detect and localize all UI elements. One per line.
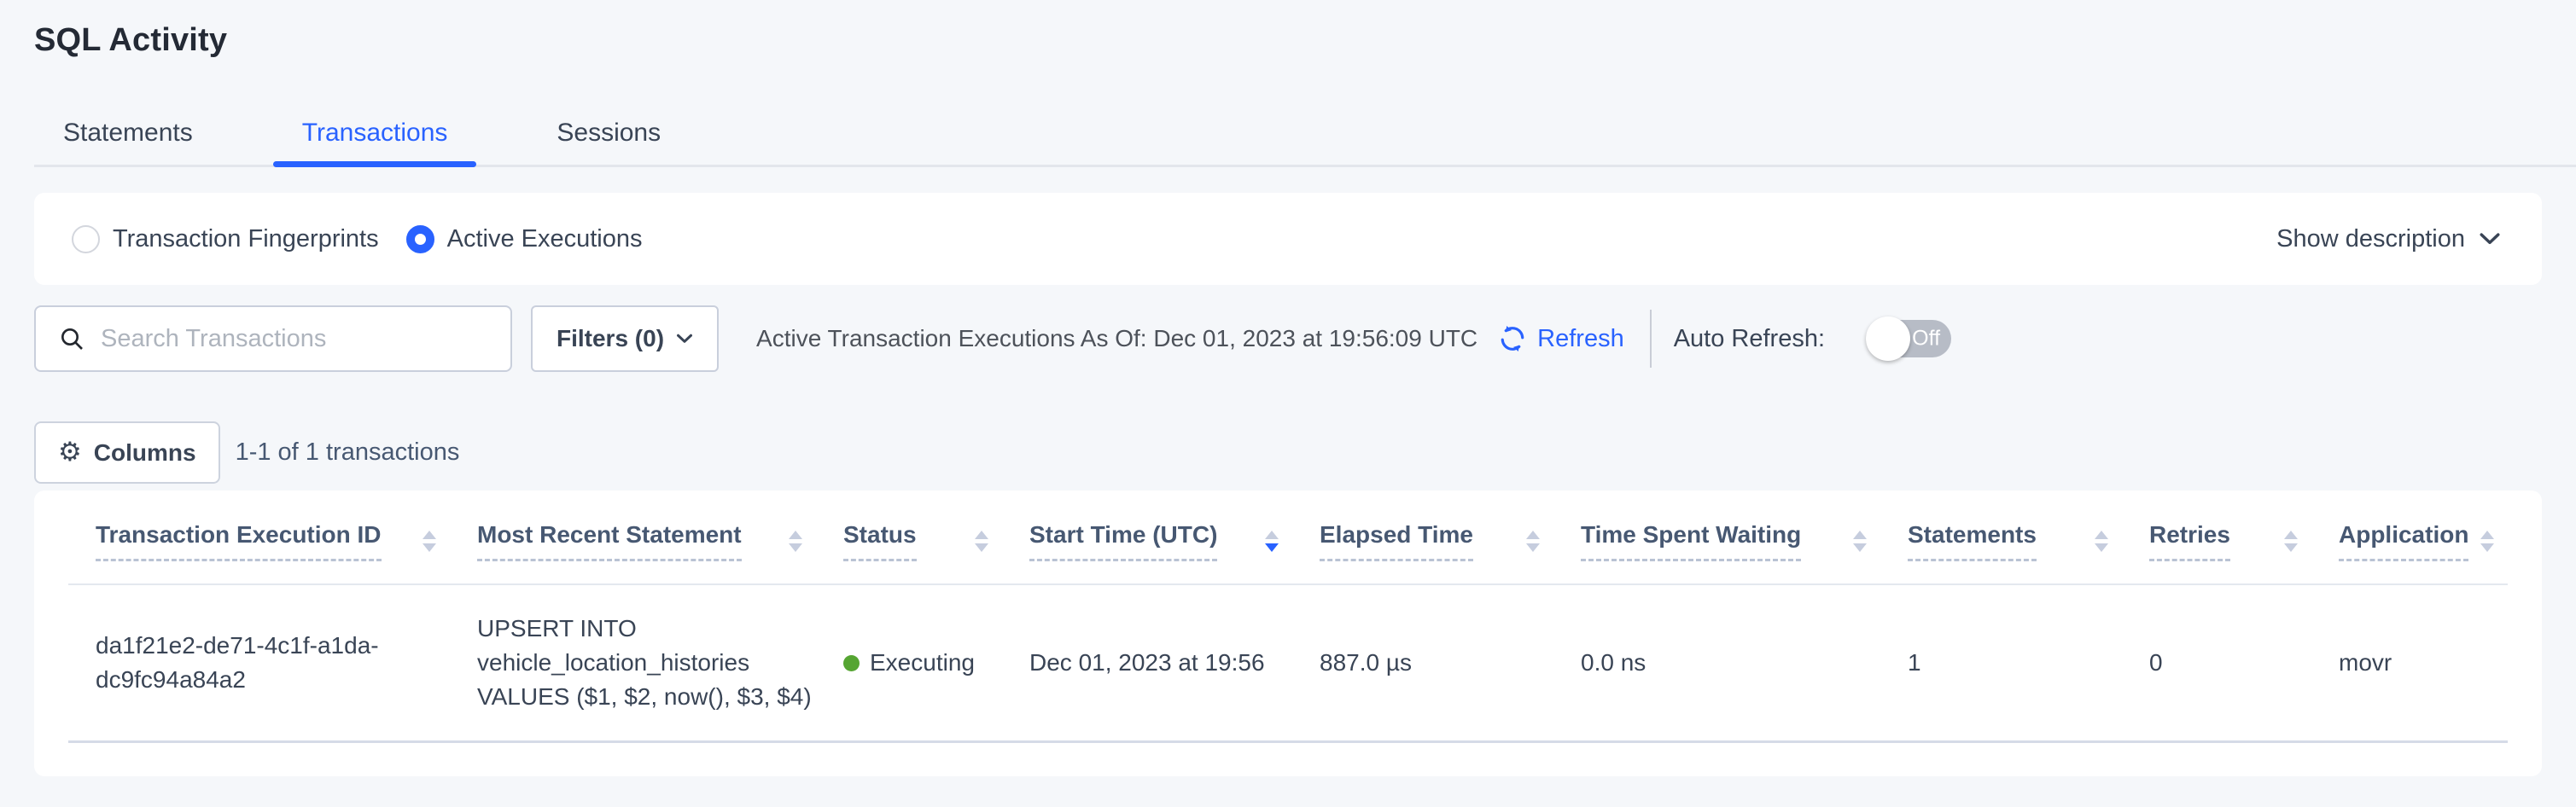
toggle-state-label: Off xyxy=(1912,327,1940,351)
transactions-table-card: Transaction Execution ID Most Recent Sta… xyxy=(34,491,2542,776)
status-label: Executing xyxy=(870,646,975,680)
tab-bar: Statements Transactions Sessions xyxy=(34,119,2576,167)
search-icon xyxy=(58,325,85,352)
columns-button[interactable]: ⚙ Columns xyxy=(34,421,220,484)
sort-arrows-icon xyxy=(2284,531,2298,552)
chevron-down-icon xyxy=(2479,232,2501,246)
column-header-label: Start Time (UTC) xyxy=(1029,521,1217,561)
controls-row: Filters (0) Active Transaction Execution… xyxy=(34,305,2542,372)
page-title: SQL Activity xyxy=(34,22,2576,59)
auto-refresh-label: Auto Refresh: xyxy=(1674,325,1825,353)
column-header-label: Application xyxy=(2339,521,2468,561)
filters-button-label: Filters (0) xyxy=(557,325,664,352)
search-box[interactable] xyxy=(34,305,512,372)
cell-transaction-execution-id: da1f21e2-de71-4c1f-a1da-dc9fc94a84a2 xyxy=(68,629,410,697)
radio-active-executions[interactable]: Active Executions xyxy=(406,225,643,253)
radio-circle-icon[interactable] xyxy=(406,225,434,253)
tab-statements[interactable]: Statements xyxy=(34,119,222,165)
cell-application: movr xyxy=(2311,646,2508,680)
gear-icon: ⚙ xyxy=(58,439,82,466)
radio-circle-icon[interactable] xyxy=(72,225,100,253)
column-header-label: Time Spent Waiting xyxy=(1581,521,1801,561)
column-header-label: Retries xyxy=(2149,521,2230,561)
refresh-icon xyxy=(1498,324,1527,353)
table-header-row: Transaction Execution ID Most Recent Sta… xyxy=(68,491,2508,585)
search-input[interactable] xyxy=(101,325,493,353)
result-count: 1-1 of 1 transactions xyxy=(236,438,460,467)
table-toolbar: ⚙ Columns 1-1 of 1 transactions xyxy=(34,421,2542,484)
sort-arrows-icon xyxy=(975,531,988,552)
column-header-status[interactable]: Status xyxy=(816,521,1002,561)
column-header-elapsed-time[interactable]: Elapsed Time xyxy=(1292,521,1553,561)
column-header-transaction-execution-id[interactable]: Transaction Execution ID xyxy=(68,521,450,561)
auto-refresh-toggle[interactable]: Off xyxy=(1866,320,1951,357)
vertical-divider xyxy=(1650,310,1652,368)
column-header-label: Most Recent Statement xyxy=(477,521,742,561)
column-header-statements[interactable]: Statements xyxy=(1880,521,2122,561)
cell-retries: 0 xyxy=(2122,646,2311,680)
tab-sessions[interactable]: Sessions xyxy=(527,119,690,165)
tab-transactions[interactable]: Transactions xyxy=(273,119,477,165)
column-header-time-spent-waiting[interactable]: Time Spent Waiting xyxy=(1553,521,1880,561)
radio-transaction-fingerprints[interactable]: Transaction Fingerprints xyxy=(72,225,379,253)
radio-label: Transaction Fingerprints xyxy=(113,225,379,253)
show-description-label: Show description xyxy=(2276,225,2465,253)
sort-arrows-icon xyxy=(1853,531,1867,552)
cell-start-time: Dec 01, 2023 at 19:56 xyxy=(1002,646,1292,680)
chevron-down-icon xyxy=(676,334,693,344)
sort-arrows-icon xyxy=(789,531,802,552)
sort-arrows-icon xyxy=(1265,531,1279,552)
radio-label: Active Executions xyxy=(447,225,643,253)
column-header-start-time[interactable]: Start Time (UTC) xyxy=(1002,521,1292,561)
cell-statements: 1 xyxy=(1880,646,2122,680)
column-header-label: Status xyxy=(843,521,917,561)
cell-status: Executing xyxy=(816,646,1002,680)
column-header-label: Statements xyxy=(1908,521,2037,561)
toggle-knob xyxy=(1866,316,1910,361)
view-options-card: Transaction Fingerprints Active Executio… xyxy=(34,193,2542,285)
columns-button-label: Columns xyxy=(94,439,196,467)
sort-arrows-icon xyxy=(1526,531,1540,552)
column-header-most-recent-statement[interactable]: Most Recent Statement xyxy=(450,521,816,561)
cell-most-recent-statement: UPSERT INTO vehicle_location_histories V… xyxy=(450,612,816,714)
sort-arrows-icon xyxy=(2480,531,2494,552)
filters-button[interactable]: Filters (0) xyxy=(531,305,719,372)
cell-elapsed-time: 887.0 µs xyxy=(1292,646,1553,680)
column-header-retries[interactable]: Retries xyxy=(2122,521,2311,561)
column-header-label: Transaction Execution ID xyxy=(96,521,382,561)
column-header-application[interactable]: Application xyxy=(2311,521,2508,561)
column-header-label: Elapsed Time xyxy=(1320,521,1473,561)
show-description-toggle[interactable]: Show description xyxy=(2276,225,2501,253)
table-row[interactable]: da1f21e2-de71-4c1f-a1da-dc9fc94a84a2 UPS… xyxy=(68,585,2508,743)
refresh-button[interactable]: Refresh xyxy=(1498,324,1624,353)
sort-arrows-icon xyxy=(423,531,436,552)
status-dot-icon xyxy=(843,655,860,671)
cell-time-spent-waiting: 0.0 ns xyxy=(1553,646,1880,680)
as-of-timestamp: Active Transaction Executions As Of: Dec… xyxy=(756,325,1477,352)
refresh-label: Refresh xyxy=(1537,325,1624,353)
sort-arrows-icon xyxy=(2095,531,2108,552)
